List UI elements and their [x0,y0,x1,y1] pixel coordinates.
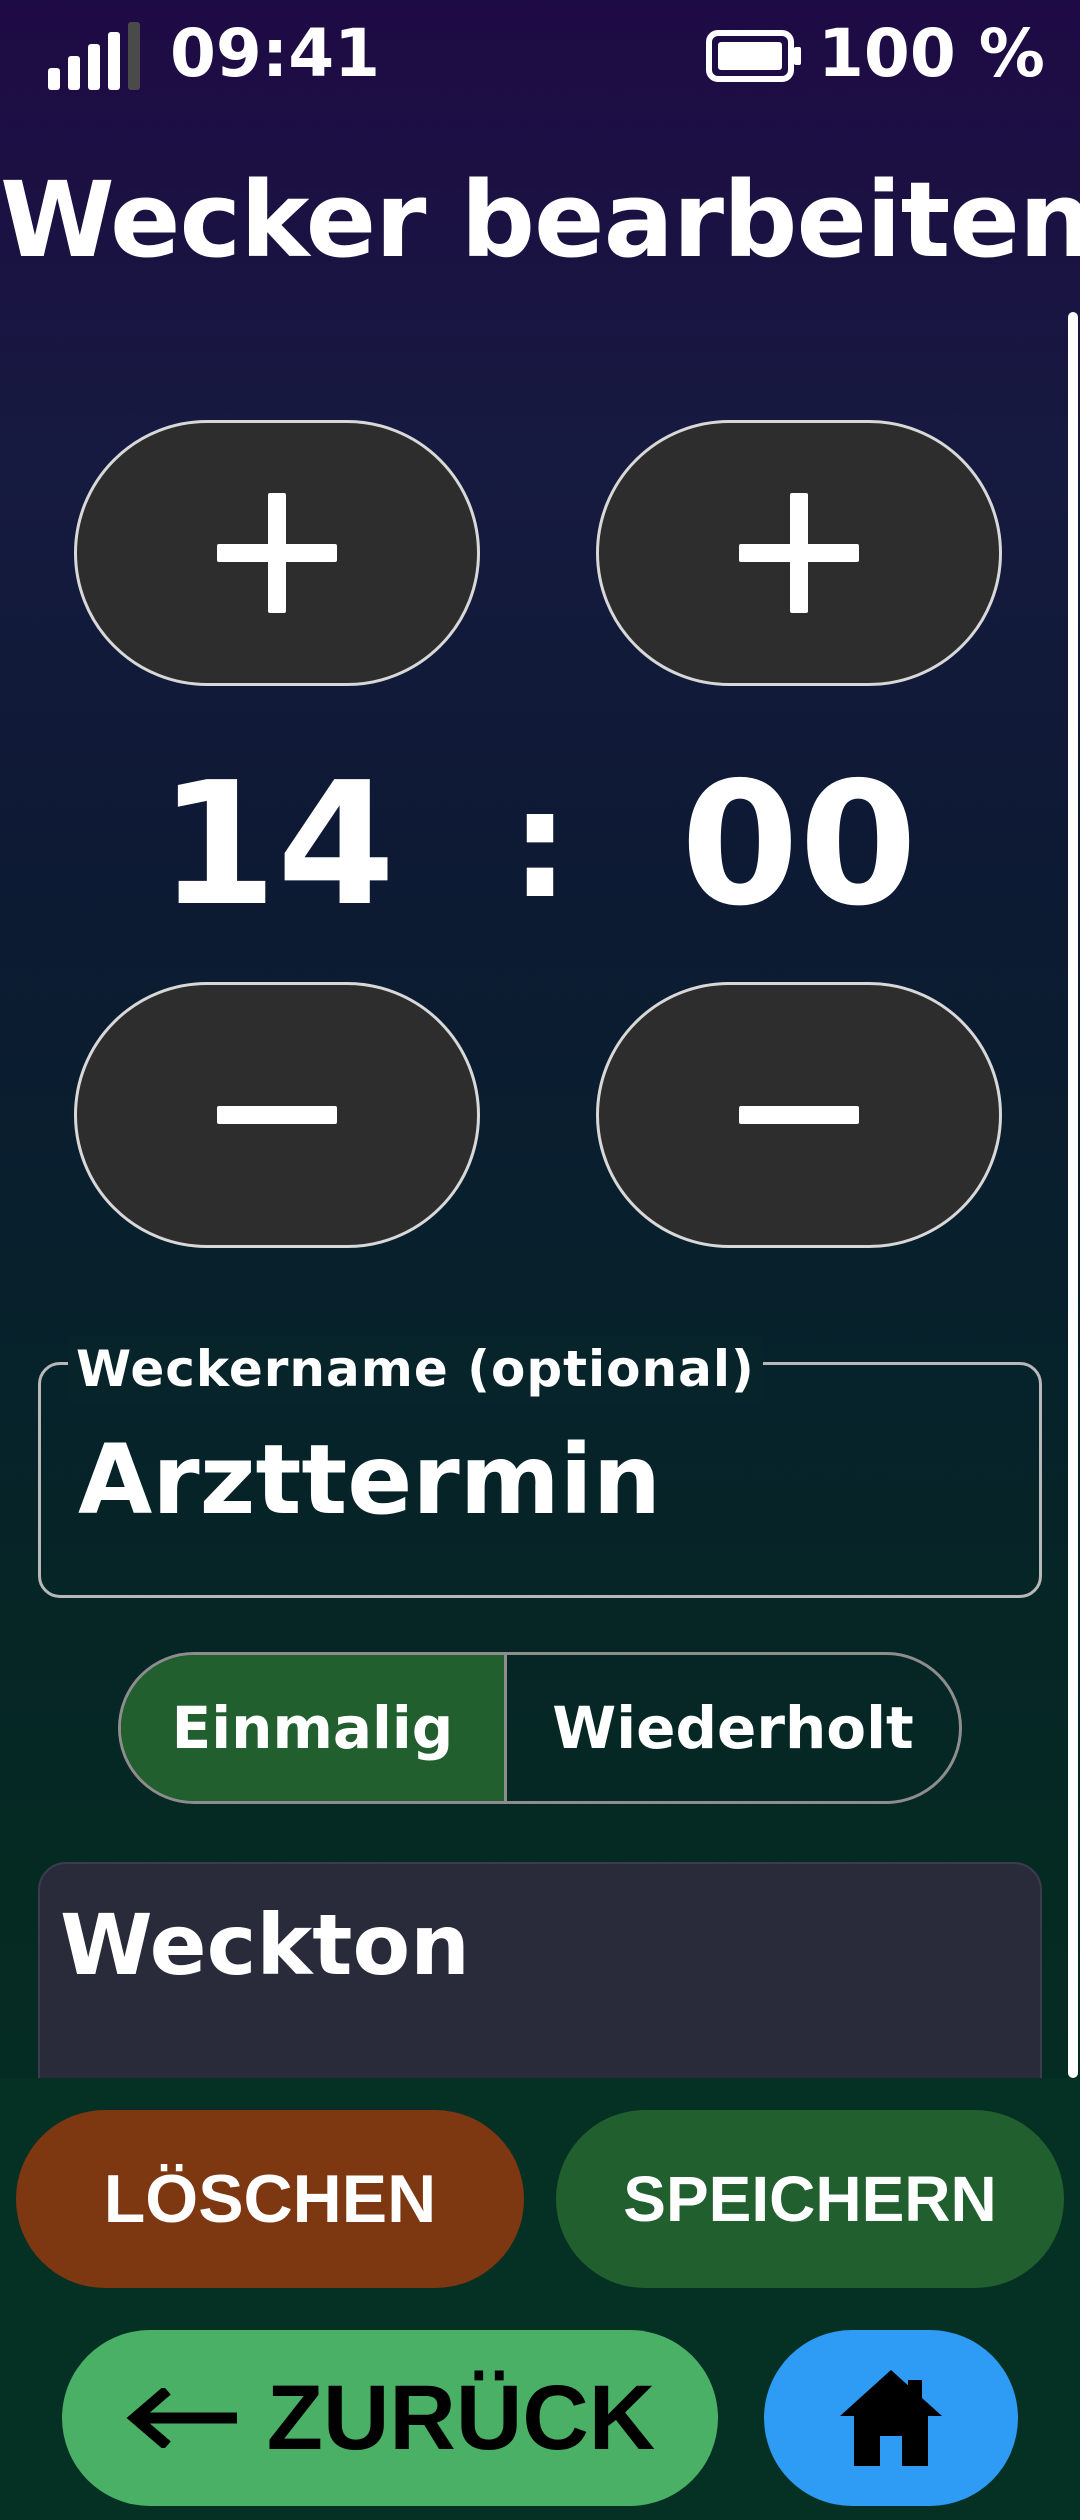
alarm-name-value[interactable]: Arzttermin [78,1420,661,1540]
save-button[interactable]: SPEICHERN [556,2110,1064,2288]
plus-icon [739,493,859,613]
alarm-name-label: Weckername (optional) [68,1336,763,1402]
scrollbar[interactable] [1068,312,1078,2078]
arrow-left-icon [126,2388,237,2448]
minute-decrement-button[interactable] [596,982,1002,1248]
status-time: 09:41 [170,15,381,92]
hour-increment-button[interactable] [74,420,480,686]
back-button[interactable]: ZURÜCK [62,2330,718,2506]
minute-increment-button[interactable] [596,420,1002,686]
home-button[interactable] [764,2330,1018,2506]
hour-decrement-button[interactable] [74,982,480,1248]
back-button-label: ZURÜCK [266,2366,656,2469]
time-separator: : [510,758,570,932]
segment-once[interactable]: Einmalig [121,1655,507,1801]
battery-level: 100 % [818,15,1045,92]
alarm-sound-title: Weckton [60,1896,470,1994]
signal-icon [48,22,148,90]
minus-icon [217,1106,337,1124]
delete-button[interactable]: LÖSCHEN [16,2110,524,2288]
segment-repeating[interactable]: Wiederholt [507,1655,959,1801]
battery-icon [706,30,801,82]
page-title: Wecker bearbeiten [0,159,1080,281]
home-icon [840,2370,942,2466]
plus-icon [217,493,337,613]
repeat-mode-toggle: Einmalig Wiederholt [118,1652,962,1804]
minute-value: 00 [680,746,918,944]
minus-icon [739,1106,859,1124]
hour-value: 14 [158,746,396,944]
